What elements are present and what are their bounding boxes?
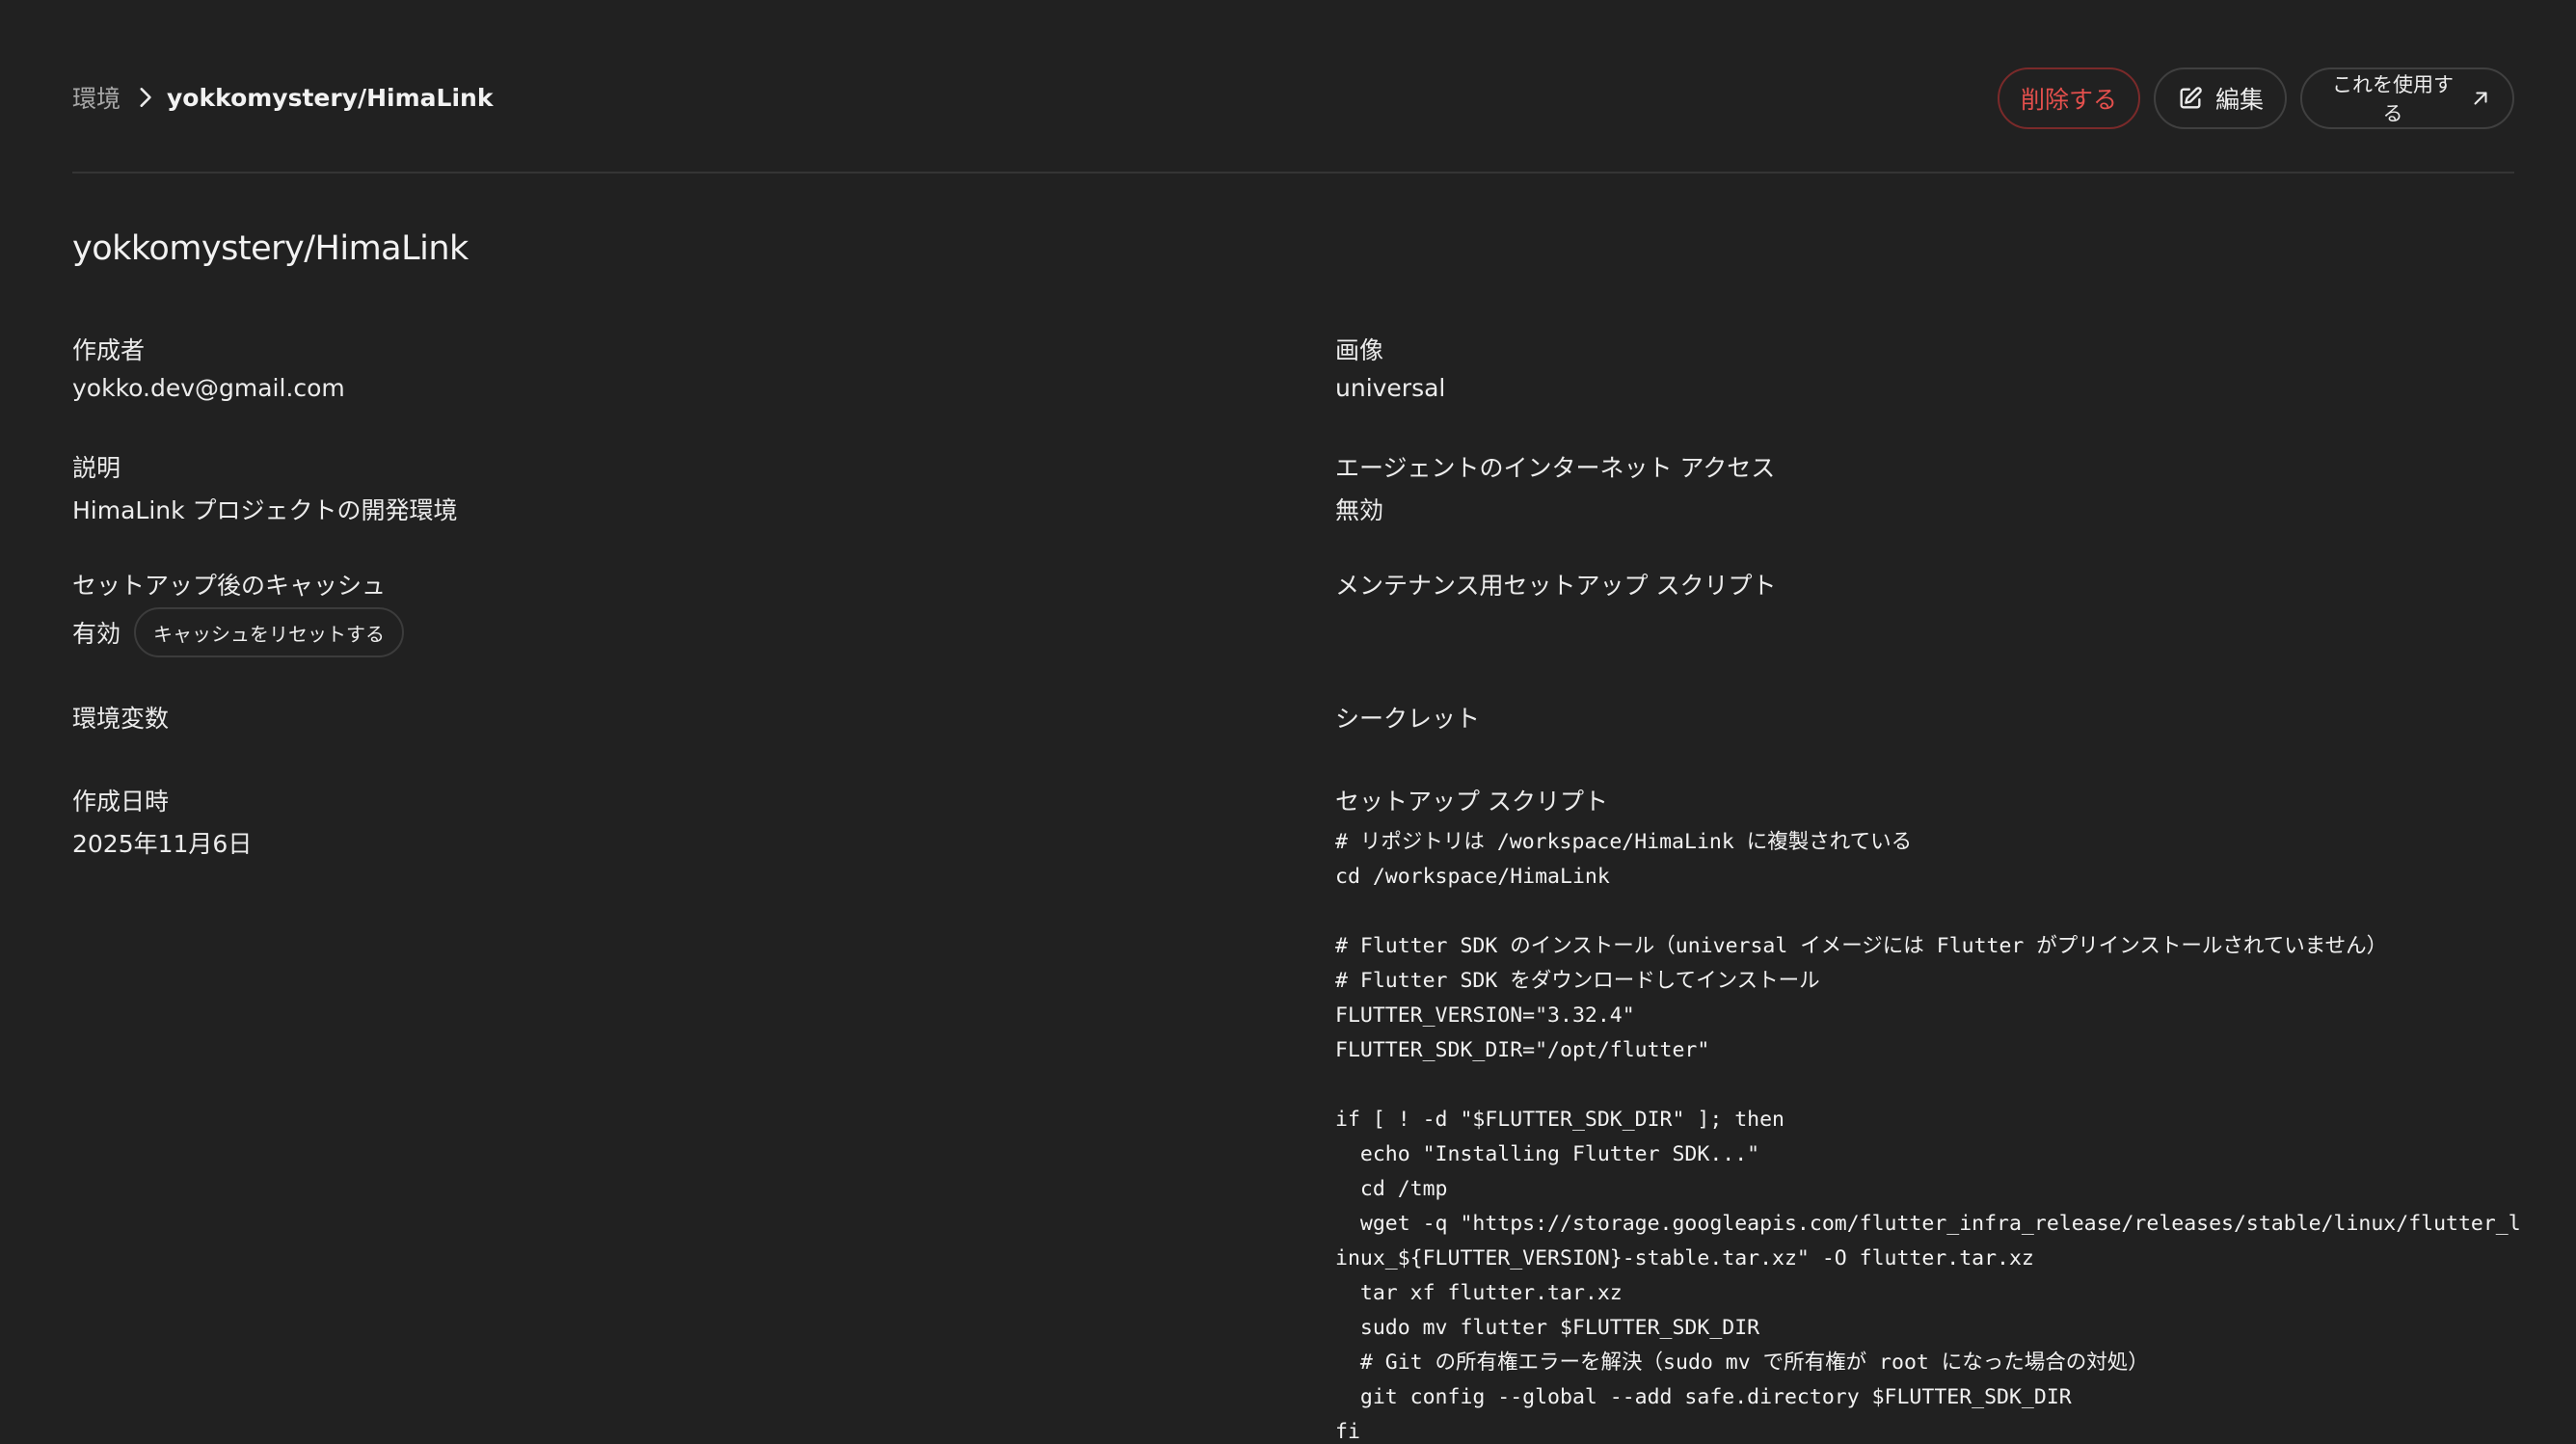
creator-label: 作成者: [72, 336, 146, 364]
cache-row: 有効 キャッシュをリセットする: [72, 607, 405, 657]
image-label: 画像: [1335, 336, 1384, 364]
use-environment-button[interactable]: これを使用する: [2300, 67, 2514, 129]
created-label: 作成日時: [72, 788, 170, 816]
header-actions: 削除する 編集 これを使用する: [1998, 67, 2514, 129]
reset-cache-button[interactable]: キャッシュをリセットする: [134, 607, 405, 657]
chevron-right-icon: [140, 88, 151, 107]
breadcrumb-current: yokkomystery/HimaLink: [167, 83, 494, 112]
page-header: 環境 yokkomystery/HimaLink 削除する 編集 これを使用する: [72, 0, 2514, 174]
creator-value: yokko.dev@gmail.com: [72, 374, 345, 402]
description-value: HimaLink プロジェクトの開発環境: [72, 496, 458, 524]
cache-value: 有効: [72, 620, 121, 648]
edit-button-label: 編集: [2215, 86, 2265, 114]
page-title: yokkomystery/HimaLink: [72, 229, 469, 268]
delete-button-label: 削除する: [2021, 86, 2118, 114]
breadcrumb-environments-link[interactable]: 環境: [72, 80, 121, 115]
created-value: 2025年11月6日: [72, 830, 253, 858]
env-vars-label: 環境変数: [72, 705, 170, 733]
internet-access-value: 無効: [1335, 496, 1384, 524]
image-value: universal: [1335, 374, 1446, 402]
internet-access-label: エージェントのインターネット アクセス: [1335, 454, 1776, 482]
secrets-label: シークレット: [1335, 705, 1481, 733]
maintenance-script-label: メンテナンス用セットアップ スクリプト: [1335, 572, 1777, 600]
breadcrumb: 環境 yokkomystery/HimaLink: [72, 80, 493, 115]
description-label: 説明: [72, 454, 121, 482]
setup-script-code: # リポジトリは /workspace/HimaLink に複製されている cd…: [1335, 830, 2521, 1444]
delete-button[interactable]: 削除する: [1998, 67, 2140, 129]
use-environment-button-label: これを使用する: [2332, 73, 2454, 125]
arrow-up-right-icon: [2474, 92, 2487, 105]
edit-button[interactable]: 編集: [2154, 67, 2287, 129]
pencil-square-icon: [2180, 87, 2202, 109]
setup-script-label: セットアップ スクリプト: [1335, 788, 1608, 816]
cache-label: セットアップ後のキャッシュ: [72, 572, 387, 600]
